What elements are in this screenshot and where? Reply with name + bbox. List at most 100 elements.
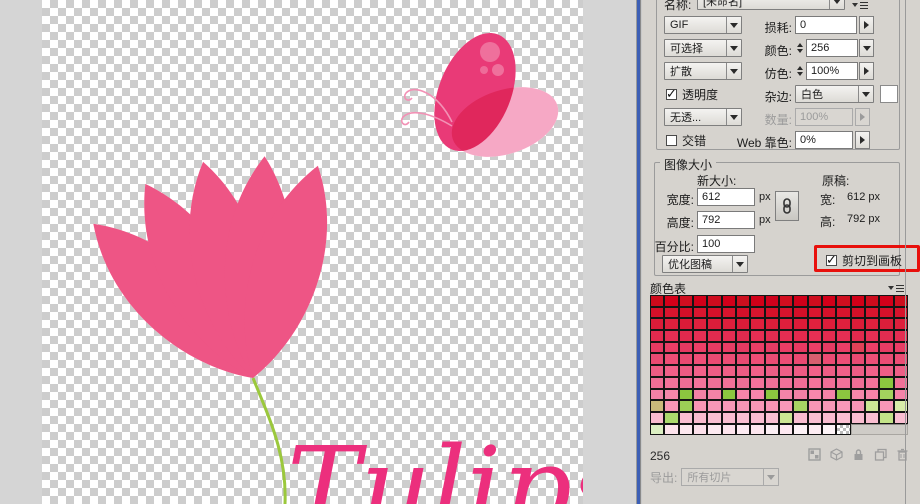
color-swatch[interactable] <box>722 295 736 307</box>
color-swatch[interactable] <box>822 330 836 342</box>
color-swatch[interactable] <box>707 342 721 354</box>
color-swatch[interactable] <box>736 330 750 342</box>
color-swatch[interactable] <box>822 295 836 307</box>
color-swatch[interactable] <box>650 389 664 401</box>
color-swatch[interactable] <box>779 330 793 342</box>
color-swatch[interactable] <box>693 353 707 365</box>
color-swatch[interactable] <box>851 342 865 354</box>
color-swatch[interactable] <box>779 424 793 436</box>
color-swatch[interactable] <box>879 412 893 424</box>
color-swatch[interactable] <box>693 377 707 389</box>
color-swatch[interactable] <box>808 365 822 377</box>
color-swatch[interactable] <box>822 412 836 424</box>
color-swatch[interactable] <box>736 295 750 307</box>
color-swatch[interactable] <box>765 389 779 401</box>
color-swatch[interactable] <box>836 342 850 354</box>
color-swatch[interactable] <box>664 412 678 424</box>
clip-to-artboard-checkbox[interactable]: 剪切到画板 <box>826 252 902 269</box>
color-swatch[interactable] <box>793 318 807 330</box>
color-swatch[interactable] <box>865 400 879 412</box>
color-swatch[interactable] <box>836 377 850 389</box>
color-swatch[interactable] <box>736 365 750 377</box>
color-swatch[interactable] <box>808 389 822 401</box>
color-swatch[interactable] <box>722 365 736 377</box>
color-swatch[interactable] <box>808 353 822 365</box>
color-swatch[interactable] <box>851 400 865 412</box>
color-swatch[interactable] <box>722 400 736 412</box>
color-swatch[interactable] <box>650 342 664 354</box>
color-swatch[interactable] <box>822 353 836 365</box>
color-swatch[interactable] <box>865 307 879 319</box>
color-swatch[interactable] <box>679 295 693 307</box>
lossy-field[interactable]: 0 <box>795 16 857 34</box>
color-swatch[interactable] <box>851 389 865 401</box>
color-swatch[interactable] <box>750 330 764 342</box>
color-swatch[interactable] <box>650 365 664 377</box>
color-swatch[interactable] <box>650 412 664 424</box>
color-swatch[interactable] <box>650 353 664 365</box>
color-swatch[interactable] <box>765 318 779 330</box>
color-swatch[interactable] <box>736 353 750 365</box>
color-swatch[interactable] <box>736 342 750 354</box>
color-table-grid[interactable] <box>650 295 908 435</box>
color-swatch[interactable] <box>779 342 793 354</box>
color-swatch[interactable] <box>865 365 879 377</box>
color-swatch[interactable] <box>750 307 764 319</box>
color-swatch[interactable] <box>779 412 793 424</box>
color-swatch[interactable] <box>750 318 764 330</box>
color-swatch[interactable] <box>650 424 664 436</box>
color-swatch[interactable] <box>865 377 879 389</box>
color-swatch[interactable] <box>707 377 721 389</box>
color-swatch[interactable] <box>779 353 793 365</box>
color-swatch[interactable] <box>879 377 893 389</box>
matte-color-swatch[interactable] <box>880 85 898 103</box>
optimize-art-dropdown[interactable]: 优化图稿 <box>662 255 748 273</box>
color-swatch[interactable] <box>722 330 736 342</box>
color-swatch[interactable] <box>851 365 865 377</box>
color-swatch[interactable] <box>879 389 893 401</box>
color-swatch[interactable] <box>851 377 865 389</box>
color-swatch[interactable] <box>736 389 750 401</box>
color-swatch[interactable] <box>679 389 693 401</box>
color-swatch[interactable] <box>750 353 764 365</box>
color-swatch[interactable] <box>679 353 693 365</box>
color-swatch[interactable] <box>836 400 850 412</box>
color-swatch[interactable] <box>736 400 750 412</box>
dither-field[interactable]: 100% <box>806 62 858 80</box>
color-swatch[interactable] <box>808 342 822 354</box>
checkbox-box[interactable] <box>826 255 837 266</box>
color-swatch[interactable] <box>836 353 850 365</box>
color-swatch[interactable] <box>765 342 779 354</box>
color-swatch[interactable] <box>879 330 893 342</box>
color-swatch[interactable] <box>736 318 750 330</box>
color-swatch[interactable] <box>879 307 893 319</box>
color-swatch[interactable] <box>679 330 693 342</box>
map-transparency-icon[interactable] <box>830 448 843 461</box>
color-swatch[interactable] <box>679 342 693 354</box>
color-swatch[interactable] <box>851 330 865 342</box>
lossy-slider-button[interactable] <box>859 16 874 34</box>
color-swatch[interactable] <box>736 424 750 436</box>
color-swatch[interactable] <box>808 377 822 389</box>
color-swatch[interactable] <box>722 353 736 365</box>
color-swatch[interactable] <box>836 295 850 307</box>
color-swatch[interactable] <box>851 295 865 307</box>
color-swatch[interactable] <box>750 400 764 412</box>
color-swatch[interactable] <box>707 400 721 412</box>
color-swatch[interactable] <box>650 377 664 389</box>
color-swatch[interactable] <box>664 365 678 377</box>
colors-dropdown-button[interactable] <box>859 39 874 57</box>
color-swatch[interactable] <box>822 377 836 389</box>
color-swatch[interactable] <box>707 353 721 365</box>
color-swatch[interactable] <box>679 377 693 389</box>
color-swatch[interactable] <box>679 318 693 330</box>
constrain-proportions-button[interactable] <box>775 191 799 221</box>
color-swatch[interactable] <box>865 389 879 401</box>
color-swatch[interactable] <box>722 424 736 436</box>
color-swatch[interactable] <box>865 295 879 307</box>
color-swatch[interactable] <box>750 377 764 389</box>
snap-to-web-icon[interactable] <box>808 448 821 461</box>
checkbox-box[interactable] <box>666 135 677 146</box>
color-swatch[interactable] <box>693 389 707 401</box>
color-swatch[interactable] <box>664 353 678 365</box>
